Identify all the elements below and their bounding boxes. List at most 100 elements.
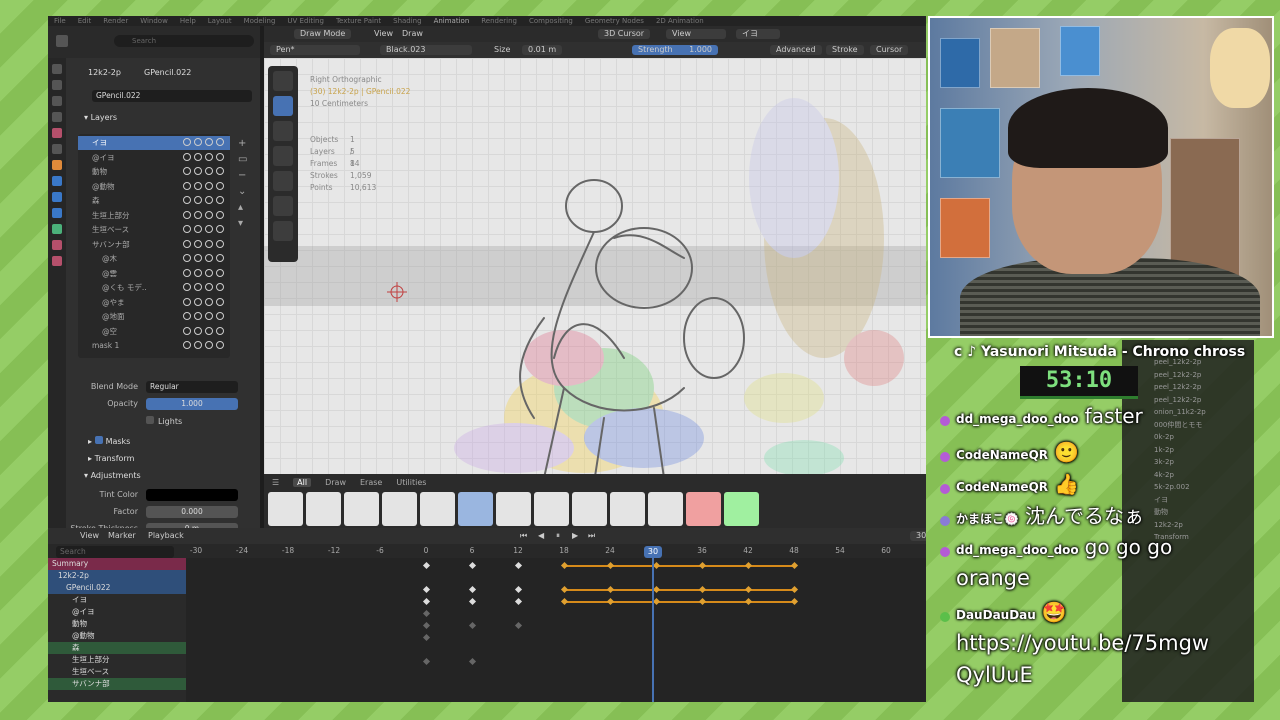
brush-thumbnail[interactable]: [382, 492, 417, 526]
lock-icon[interactable]: [216, 181, 224, 190]
mask-toggle-icon[interactable]: [183, 326, 191, 335]
size-field[interactable]: 0.01 m: [522, 45, 563, 55]
lock-icon[interactable]: [216, 254, 224, 262]
mask-toggle-icon[interactable]: [183, 225, 191, 233]
keyframe[interactable]: [560, 561, 569, 570]
keyframe[interactable]: [652, 597, 661, 606]
chat-link-line[interactable]: https://youtu.be/75mgw: [956, 631, 1209, 655]
layer-menu-icon[interactable]: ⌄: [238, 184, 247, 200]
brush-thumbnail[interactable]: [648, 492, 683, 526]
keyframe[interactable]: [606, 585, 615, 594]
onion-skin-icon[interactable]: [194, 181, 202, 190]
visibility-eye-icon[interactable]: [205, 239, 213, 248]
layer-item[interactable]: @やま: [78, 296, 230, 310]
workspace-tab[interactable]: 2D Animation: [656, 16, 704, 26]
masks-subpanel[interactable]: ▸ Masks: [88, 436, 130, 448]
lock-icon[interactable]: [216, 341, 224, 349]
jump-end-icon[interactable]: ⏭: [588, 531, 595, 541]
timeline-search[interactable]: Search: [56, 546, 174, 558]
remove-layer-icon[interactable]: −: [238, 168, 247, 184]
stroke-menu[interactable]: Stroke: [826, 45, 864, 55]
effects-tab-icon[interactable]: [52, 192, 62, 202]
mask-toggle-icon[interactable]: [183, 283, 191, 291]
visibility-eye-icon[interactable]: [205, 138, 213, 146]
output-tab-icon[interactable]: [52, 96, 62, 106]
workspace-tab[interactable]: File: [54, 16, 66, 26]
channel-row[interactable]: 生垣上部分: [48, 654, 186, 666]
view-select[interactable]: View: [666, 29, 726, 39]
blend-mode-select[interactable]: Regular: [146, 381, 238, 393]
mask-toggle-icon[interactable]: [183, 239, 191, 248]
playhead[interactable]: [652, 548, 654, 702]
keyframe[interactable]: [560, 597, 569, 606]
gpencil-data-tab-icon[interactable]: [52, 224, 62, 234]
brush-thumbnail[interactable]: [610, 492, 645, 526]
layers-list[interactable]: イヨ @イヨ 動物 @動物森生垣上部分 生垣ベース サバンナ部 @木 @雲 @くも モデ.. @や…: [78, 134, 230, 358]
onion-skin-icon[interactable]: [194, 283, 202, 291]
mask-toggle-icon[interactable]: [183, 196, 191, 204]
pivot-select[interactable]: 3D Cursor: [598, 29, 651, 39]
workspace-tab[interactable]: Animation: [434, 16, 470, 26]
channel-row[interactable]: サバンナ部: [48, 678, 186, 690]
cursor-menu[interactable]: Cursor: [870, 45, 909, 55]
brush-thumbnail[interactable]: [268, 492, 303, 526]
lock-icon[interactable]: [216, 138, 224, 146]
cursor-tool-icon[interactable]: [273, 71, 293, 91]
visibility-eye-icon[interactable]: [205, 341, 213, 349]
layer-item[interactable]: @くも モデ..: [78, 281, 230, 295]
onion-skin-icon[interactable]: [194, 254, 202, 262]
keyframe[interactable]: [698, 585, 707, 594]
workspace-tab[interactable]: Render: [103, 16, 128, 26]
mask-toggle-icon[interactable]: [183, 210, 191, 219]
brush-thumbnail[interactable]: [496, 492, 531, 526]
strength-slider[interactable]: Strength 1.000: [632, 45, 718, 55]
lock-icon[interactable]: [216, 268, 224, 277]
mask-toggle-icon[interactable]: [183, 254, 191, 262]
keyframe[interactable]: [422, 597, 431, 606]
transform-subpanel[interactable]: ▸ Transform: [88, 453, 134, 465]
add-layer-icon[interactable]: +: [238, 136, 247, 152]
lock-icon[interactable]: [216, 152, 224, 161]
active-layer-select[interactable]: イヨ: [736, 29, 780, 39]
current-frame-field[interactable]: 30: [910, 531, 926, 541]
jump-start-icon[interactable]: ⏮: [520, 531, 527, 541]
workspace-tab[interactable]: Edit: [78, 16, 92, 26]
mask-toggle-icon[interactable]: [183, 138, 191, 146]
mask-toggle-icon[interactable]: [183, 167, 191, 175]
timeline-playback-menu[interactable]: Playback: [148, 531, 184, 541]
keyframe-area[interactable]: [186, 558, 926, 702]
3d-viewport[interactable]: Draw Mode View Draw 3D Cursor View イヨ Pe…: [264, 26, 926, 544]
keyframe[interactable]: [790, 561, 799, 570]
play-reverse-icon[interactable]: ◀: [538, 531, 544, 541]
keyframe[interactable]: [698, 561, 707, 570]
play-icon[interactable]: ▶: [572, 531, 578, 541]
mask-toggle-icon[interactable]: [183, 312, 191, 320]
keyframe[interactable]: [652, 585, 661, 594]
editor-type-icon[interactable]: [56, 35, 68, 47]
keyframe[interactable]: [698, 597, 707, 606]
keyframe[interactable]: [468, 597, 477, 606]
mask-toggle-icon[interactable]: [183, 268, 191, 277]
lock-icon[interactable]: [216, 312, 224, 320]
visibility-eye-icon[interactable]: [205, 196, 213, 204]
onion-skin-icon[interactable]: [194, 312, 202, 320]
world-tab-icon[interactable]: [52, 144, 62, 154]
modifier-tab-icon[interactable]: [52, 176, 62, 186]
keyframe[interactable]: [606, 597, 615, 606]
lock-icon[interactable]: [216, 297, 224, 306]
onion-skin-icon[interactable]: [194, 326, 202, 335]
shelf-menu-icon[interactable]: ☰: [272, 478, 279, 487]
layer-item[interactable]: @空: [78, 325, 230, 339]
layer-item[interactable]: @雲: [78, 267, 230, 281]
mask-toggle-icon[interactable]: [183, 152, 191, 161]
onion-skin-icon[interactable]: [194, 196, 202, 204]
mask-toggle-icon[interactable]: [183, 297, 191, 306]
brush-thumbnail[interactable]: [724, 492, 759, 526]
visibility-eye-icon[interactable]: [205, 297, 213, 306]
layer-item[interactable]: 森: [78, 194, 230, 208]
mode-select[interactable]: Draw Mode: [294, 29, 352, 39]
opacity-slider[interactable]: 1.000: [146, 398, 238, 410]
channel-row[interactable]: Summary: [48, 558, 186, 570]
scene-tab-icon[interactable]: [52, 128, 62, 138]
lock-icon[interactable]: [216, 326, 224, 335]
